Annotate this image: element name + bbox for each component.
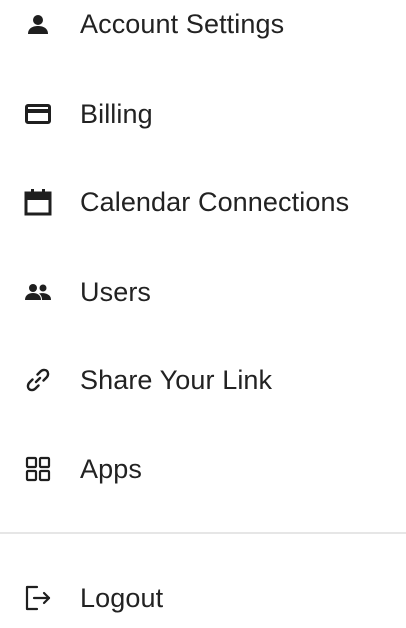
calendar-icon <box>20 184 56 220</box>
logout-icon <box>20 580 56 616</box>
menu-item-users[interactable]: Users <box>0 262 406 322</box>
menu-item-label: Logout <box>80 582 164 613</box>
menu-item-billing[interactable]: Billing <box>0 84 406 144</box>
menu-item-apps[interactable]: Apps <box>0 439 406 499</box>
menu-item-label: Billing <box>80 98 153 129</box>
link-icon <box>20 362 56 398</box>
menu-divider <box>0 532 406 534</box>
settings-menu: Account Settings Billing Calendar Connec… <box>0 0 406 619</box>
credit-card-icon <box>20 96 56 132</box>
users-icon <box>20 274 56 310</box>
menu-item-label: Account Settings <box>80 8 285 39</box>
menu-item-label: Apps <box>80 453 142 484</box>
menu-item-label: Share Your Link <box>80 364 273 395</box>
apps-grid-icon <box>20 451 56 487</box>
menu-item-logout[interactable]: Logout <box>0 568 406 628</box>
menu-item-label: Calendar Connections <box>80 186 350 217</box>
menu-item-calendar-connections[interactable]: Calendar Connections <box>0 172 406 232</box>
menu-item-share-your-link[interactable]: Share Your Link <box>0 350 406 410</box>
menu-item-account-settings[interactable]: Account Settings <box>0 0 406 54</box>
menu-item-label: Users <box>80 276 152 307</box>
user-icon <box>20 6 56 42</box>
